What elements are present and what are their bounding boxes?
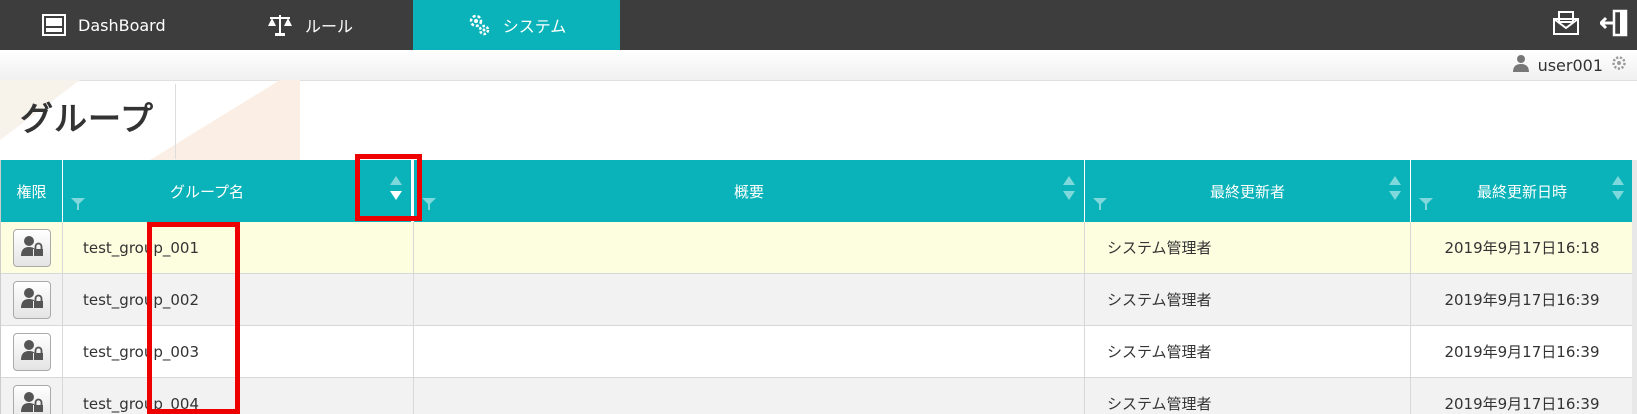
dashboard-icon	[42, 14, 66, 36]
summary-cell	[414, 378, 1085, 414]
logout-icon	[1598, 9, 1628, 41]
gears-icon	[467, 13, 491, 37]
filter-icon[interactable]	[422, 196, 436, 214]
permission-button[interactable]	[12, 384, 51, 414]
title-divider	[175, 84, 176, 159]
column-header-updated-at[interactable]: 最終更新日時	[1411, 160, 1633, 222]
permission-button[interactable]	[12, 228, 51, 267]
summary-cell	[414, 222, 1085, 273]
vertical-scrollbar[interactable]	[1632, 160, 1637, 414]
filter-icon[interactable]	[71, 196, 85, 214]
filter-icon[interactable]	[1093, 196, 1107, 214]
top-nav-bar: DashBoard ルール システム	[0, 0, 1637, 50]
tab-dashboard[interactable]: DashBoard	[30, 0, 232, 50]
mail-icon	[1552, 10, 1580, 40]
logout-button[interactable]	[1598, 9, 1630, 41]
table-row[interactable]: test_group_001 システム管理者 2019年9月17日16:18	[1, 222, 1633, 274]
sort-icon[interactable]	[1388, 174, 1402, 206]
user-lock-icon	[20, 234, 44, 262]
tab-rules[interactable]: ルール	[255, 0, 407, 50]
column-header-group-name[interactable]: グループ名	[63, 160, 414, 222]
table-row[interactable]: test_group_004 システム管理者 2019年9月17日16:39	[1, 378, 1633, 414]
tab-system[interactable]: システム	[413, 0, 620, 50]
updater-cell: システム管理者	[1085, 326, 1411, 377]
updated-at-cell: 2019年9月17日16:18	[1444, 239, 1600, 257]
permission-button[interactable]	[12, 280, 51, 319]
group-name-cell: test_group_001	[63, 222, 414, 273]
filter-icon[interactable]	[1419, 196, 1433, 214]
page-title: グループ	[20, 99, 155, 138]
group-name-cell: test_group_002	[63, 274, 414, 325]
user-lock-icon	[20, 286, 44, 314]
username: user001	[1537, 55, 1603, 75]
summary-cell	[414, 274, 1085, 325]
sort-icon[interactable]	[1611, 174, 1625, 206]
user-icon	[1512, 54, 1530, 76]
user-bar: user001	[0, 50, 1637, 81]
column-header-permission[interactable]: 権限	[1, 160, 63, 222]
permission-button[interactable]	[12, 332, 51, 371]
sort-descending-icon[interactable]	[389, 174, 403, 206]
permission-cell	[1, 274, 63, 325]
table-header: 権限 グループ名 概要 最終更新者 最終更新日時	[1, 160, 1633, 222]
column-updated-at-label: 最終更新日時	[1476, 182, 1567, 201]
gear-icon[interactable]	[1611, 55, 1627, 75]
tab-rules-label: ルール	[305, 17, 354, 36]
group-table: 権限 グループ名 概要 最終更新者 最終更新日時 test_group_001 …	[0, 160, 1633, 414]
column-group-name-label: グループ名	[169, 182, 245, 201]
table-row[interactable]: test_group_002 システム管理者 2019年9月17日16:39	[1, 274, 1633, 326]
sort-icon[interactable]	[1062, 174, 1076, 206]
column-header-summary[interactable]: 概要	[414, 160, 1085, 222]
group-name-cell: test_group_004	[63, 378, 414, 414]
user-lock-icon	[20, 390, 44, 414]
permission-cell	[1, 326, 63, 377]
permission-cell	[1, 378, 63, 414]
column-summary-label: 概要	[733, 182, 764, 201]
tab-system-label: システム	[502, 17, 567, 36]
updater-cell: システム管理者	[1085, 274, 1411, 325]
user-menu[interactable]: user001	[1512, 54, 1627, 76]
column-header-updater[interactable]: 最終更新者	[1085, 160, 1411, 222]
updated-at-cell: 2019年9月17日16:39	[1444, 395, 1600, 413]
summary-cell	[414, 326, 1085, 377]
user-lock-icon	[20, 338, 44, 366]
updater-cell: システム管理者	[1085, 222, 1411, 273]
updater-cell: システム管理者	[1085, 378, 1411, 414]
tab-dashboard-label: DashBoard	[78, 15, 166, 35]
table-row[interactable]: test_group_003 システム管理者 2019年9月17日16:39	[1, 326, 1633, 378]
updated-at-cell: 2019年9月17日16:39	[1444, 291, 1600, 309]
group-name-cell: test_group_003	[63, 326, 414, 377]
column-permission-label: 権限	[16, 182, 47, 201]
updated-at-cell: 2019年9月17日16:39	[1444, 343, 1600, 361]
mail-button[interactable]	[1550, 10, 1582, 40]
permission-cell	[1, 222, 63, 273]
scale-icon	[267, 13, 293, 37]
column-updater-label: 最終更新者	[1209, 182, 1285, 201]
